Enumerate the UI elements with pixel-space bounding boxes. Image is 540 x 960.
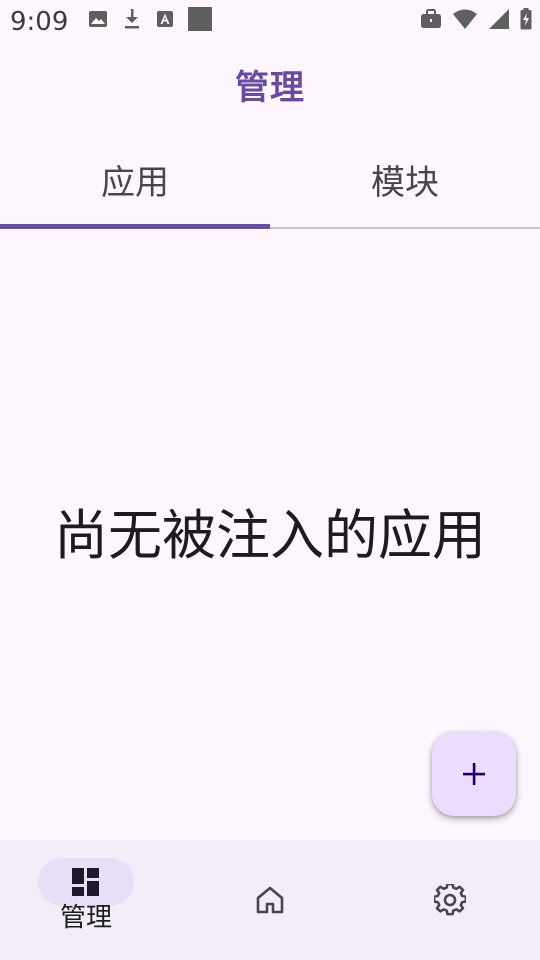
status-time: 9:09 — [10, 7, 69, 37]
dashboard-icon — [72, 868, 99, 896]
add-button[interactable] — [432, 732, 516, 816]
page-title: 管理 — [235, 67, 305, 108]
tab-apps[interactable]: 应用 — [0, 136, 270, 229]
wifi-icon — [453, 9, 477, 29]
tab-modules-label: 模块 — [371, 163, 439, 203]
status-right-icons — [420, 7, 532, 31]
home-icon — [256, 886, 284, 914]
screen: 9:09 管理 应用 模块 尚无被注入的应用 管理 — [0, 0, 540, 960]
tab-apps-label: 应用 — [101, 163, 169, 203]
image-icon — [89, 11, 107, 27]
plus-icon — [463, 763, 485, 785]
briefcase-icon — [421, 9, 441, 28]
signal-icon — [489, 9, 509, 29]
status-bar: 9:09 — [0, 0, 540, 40]
tab-row: 应用 模块 — [0, 136, 540, 229]
nav-item-settings[interactable] — [360, 840, 540, 960]
nav-icon-wrap — [38, 858, 134, 906]
empty-state-message: 尚无被注入的应用 — [54, 504, 486, 567]
nav-item-home[interactable] — [180, 840, 360, 960]
nav-icon-wrap — [180, 876, 360, 924]
gear-icon — [434, 884, 466, 916]
tab-modules[interactable]: 模块 — [270, 136, 540, 227]
status-left-icons — [88, 7, 212, 31]
download-icon — [125, 9, 139, 29]
bottom-navigation: 管理 — [0, 840, 540, 960]
tab-indicator — [0, 224, 270, 229]
nav-item-manage[interactable]: 管理 — [0, 840, 180, 960]
square-icon — [188, 7, 212, 31]
font-a-icon — [157, 11, 173, 27]
nav-item-manage-label: 管理 — [59, 903, 112, 933]
top-app-bar: 管理 — [0, 44, 540, 124]
nav-icon-wrap — [360, 876, 540, 924]
battery-charging-icon — [520, 8, 532, 30]
